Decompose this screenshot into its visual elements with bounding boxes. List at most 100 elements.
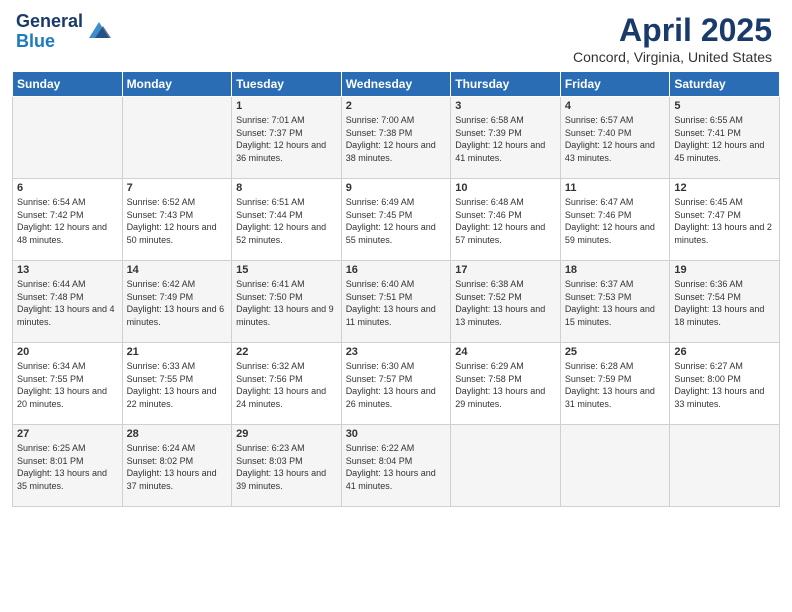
calendar-cell: 18 Sunrise: 6:37 AMSunset: 7:53 PMDayligh… (560, 261, 670, 343)
calendar-body: 1 Sunrise: 7:01 AMSunset: 7:37 PMDaylight… (13, 97, 780, 507)
day-header-thursday: Thursday (451, 72, 561, 97)
title-area: April 2025 Concord, Virginia, United Sta… (573, 12, 772, 65)
day-info: Sunrise: 6:48 AMSunset: 7:46 PMDaylight:… (455, 196, 556, 246)
day-number: 3 (455, 100, 556, 112)
day-header-sunday: Sunday (13, 72, 123, 97)
day-number: 21 (127, 346, 228, 358)
calendar-cell: 25 Sunrise: 6:28 AMSunset: 7:59 PMDayligh… (560, 343, 670, 425)
calendar-cell: 28Sunrise: 6:24 AMSunset: 8:02 PMDayligh… (122, 425, 232, 507)
calendar-cell: 7Sunrise: 6:52 AMSunset: 7:43 PMDaylight… (122, 179, 232, 261)
day-number: 9 (346, 182, 447, 194)
calendar-cell (670, 425, 780, 507)
day-info: Sunrise: 6:29 AMSunset: 7:58 PMDaylight:… (455, 360, 556, 410)
day-number: 28 (127, 428, 228, 440)
logo-text: General Blue (16, 12, 83, 52)
month-title: April 2025 (573, 12, 772, 49)
calendar-header: SundayMondayTuesdayWednesdayThursdayFrid… (13, 72, 780, 97)
day-number: 6 (17, 182, 118, 194)
calendar-cell: 3 Sunrise: 6:58 AMSunset: 7:39 PMDaylight… (451, 97, 561, 179)
day-header-friday: Friday (560, 72, 670, 97)
day-number: 27 (17, 428, 118, 440)
calendar-table: SundayMondayTuesdayWednesdayThursdayFrid… (12, 71, 780, 507)
day-number: 8 (236, 182, 337, 194)
day-info: Sunrise: 6:33 AMSunset: 7:55 PMDaylight:… (127, 360, 228, 410)
week-row-4: 20 Sunrise: 6:34 AMSunset: 7:55 PMDayligh… (13, 343, 780, 425)
week-row-2: 6Sunrise: 6:54 AMSunset: 7:42 PMDaylight… (13, 179, 780, 261)
day-number: 19 (674, 264, 775, 276)
logo-blue: Blue (16, 32, 83, 52)
day-info: Sunrise: 6:55 AMSunset: 7:41 PMDaylight:… (674, 114, 775, 164)
day-number: 20 (17, 346, 118, 358)
logo-icon (85, 16, 113, 44)
header: General Blue April 2025 Concord, Virgini… (0, 0, 792, 71)
calendar-cell: 10 Sunrise: 6:48 AMSunset: 7:46 PMDayligh… (451, 179, 561, 261)
day-number: 1 (236, 100, 337, 112)
day-info: Sunrise: 7:01 AMSunset: 7:37 PMDaylight:… (236, 114, 337, 164)
calendar-cell: 17 Sunrise: 6:38 AMSunset: 7:52 PMDayligh… (451, 261, 561, 343)
calendar-cell: 14 Sunrise: 6:42 AMSunset: 7:49 PMDayligh… (122, 261, 232, 343)
calendar-cell: 4Sunrise: 6:57 AMSunset: 7:40 PMDaylight… (560, 97, 670, 179)
day-number: 25 (565, 346, 666, 358)
calendar-cell: 30Sunrise: 6:22 AMSunset: 8:04 PMDayligh… (341, 425, 451, 507)
day-info: Sunrise: 6:32 AMSunset: 7:56 PMDaylight:… (236, 360, 337, 410)
day-info: Sunrise: 6:47 AMSunset: 7:46 PMDaylight:… (565, 196, 666, 246)
day-header-wednesday: Wednesday (341, 72, 451, 97)
day-info: Sunrise: 6:44 AMSunset: 7:48 PMDaylight:… (17, 278, 118, 328)
day-info: Sunrise: 6:34 AMSunset: 7:55 PMDaylight:… (17, 360, 118, 410)
day-info: Sunrise: 6:28 AMSunset: 7:59 PMDaylight:… (565, 360, 666, 410)
day-info: Sunrise: 6:23 AMSunset: 8:03 PMDaylight:… (236, 442, 337, 492)
day-info: Sunrise: 6:45 AMSunset: 7:47 PMDaylight:… (674, 196, 775, 246)
day-number: 23 (346, 346, 447, 358)
day-info: Sunrise: 6:42 AMSunset: 7:49 PMDaylight:… (127, 278, 228, 328)
day-number: 7 (127, 182, 228, 194)
calendar-cell: 11 Sunrise: 6:47 AMSunset: 7:46 PMDayligh… (560, 179, 670, 261)
calendar: SundayMondayTuesdayWednesdayThursdayFrid… (0, 71, 792, 612)
day-info: Sunrise: 6:22 AMSunset: 8:04 PMDaylight:… (346, 442, 447, 492)
day-number: 14 (127, 264, 228, 276)
calendar-cell (122, 97, 232, 179)
day-number: 22 (236, 346, 337, 358)
day-info: Sunrise: 7:00 AMSunset: 7:38 PMDaylight:… (346, 114, 447, 164)
week-row-1: 1 Sunrise: 7:01 AMSunset: 7:37 PMDaylight… (13, 97, 780, 179)
calendar-cell: 23 Sunrise: 6:30 AMSunset: 7:57 PMDayligh… (341, 343, 451, 425)
calendar-cell: 26Sunrise: 6:27 AMSunset: 8:00 PMDayligh… (670, 343, 780, 425)
day-number: 13 (17, 264, 118, 276)
calendar-cell (13, 97, 123, 179)
day-header-monday: Monday (122, 72, 232, 97)
week-row-3: 13 Sunrise: 6:44 AMSunset: 7:48 PMDayligh… (13, 261, 780, 343)
day-number: 29 (236, 428, 337, 440)
day-number: 15 (236, 264, 337, 276)
day-info: Sunrise: 6:40 AMSunset: 7:51 PMDaylight:… (346, 278, 447, 328)
day-info: Sunrise: 6:49 AMSunset: 7:45 PMDaylight:… (346, 196, 447, 246)
day-info: Sunrise: 6:25 AMSunset: 8:01 PMDaylight:… (17, 442, 118, 492)
calendar-cell: 8 Sunrise: 6:51 AMSunset: 7:44 PMDaylight… (232, 179, 342, 261)
calendar-cell: 21 Sunrise: 6:33 AMSunset: 7:55 PMDayligh… (122, 343, 232, 425)
calendar-cell (451, 425, 561, 507)
day-number: 17 (455, 264, 556, 276)
calendar-cell: 12Sunrise: 6:45 AMSunset: 7:47 PMDayligh… (670, 179, 780, 261)
calendar-cell: 15 Sunrise: 6:41 AMSunset: 7:50 PMDayligh… (232, 261, 342, 343)
page: General Blue April 2025 Concord, Virgini… (0, 0, 792, 612)
day-info: Sunrise: 6:38 AMSunset: 7:52 PMDaylight:… (455, 278, 556, 328)
day-number: 26 (674, 346, 775, 358)
day-info: Sunrise: 6:58 AMSunset: 7:39 PMDaylight:… (455, 114, 556, 164)
day-info: Sunrise: 6:51 AMSunset: 7:44 PMDaylight:… (236, 196, 337, 246)
calendar-cell: 2Sunrise: 7:00 AMSunset: 7:38 PMDaylight… (341, 97, 451, 179)
calendar-cell: 5Sunrise: 6:55 AMSunset: 7:41 PMDaylight… (670, 97, 780, 179)
day-number: 11 (565, 182, 666, 194)
calendar-cell: 19Sunrise: 6:36 AMSunset: 7:54 PMDayligh… (670, 261, 780, 343)
day-info: Sunrise: 6:30 AMSunset: 7:57 PMDaylight:… (346, 360, 447, 410)
day-number: 24 (455, 346, 556, 358)
day-header-tuesday: Tuesday (232, 72, 342, 97)
day-number: 10 (455, 182, 556, 194)
calendar-cell: 27 Sunrise: 6:25 AMSunset: 8:01 PMDayligh… (13, 425, 123, 507)
day-info: Sunrise: 6:37 AMSunset: 7:53 PMDaylight:… (565, 278, 666, 328)
calendar-cell: 20 Sunrise: 6:34 AMSunset: 7:55 PMDayligh… (13, 343, 123, 425)
calendar-cell: 1 Sunrise: 7:01 AMSunset: 7:37 PMDaylight… (232, 97, 342, 179)
calendar-cell: 22 Sunrise: 6:32 AMSunset: 7:56 PMDayligh… (232, 343, 342, 425)
location: Concord, Virginia, United States (573, 49, 772, 65)
day-info: Sunrise: 6:57 AMSunset: 7:40 PMDaylight:… (565, 114, 666, 164)
day-number: 18 (565, 264, 666, 276)
calendar-cell: 6Sunrise: 6:54 AMSunset: 7:42 PMDaylight… (13, 179, 123, 261)
day-info: Sunrise: 6:41 AMSunset: 7:50 PMDaylight:… (236, 278, 337, 328)
